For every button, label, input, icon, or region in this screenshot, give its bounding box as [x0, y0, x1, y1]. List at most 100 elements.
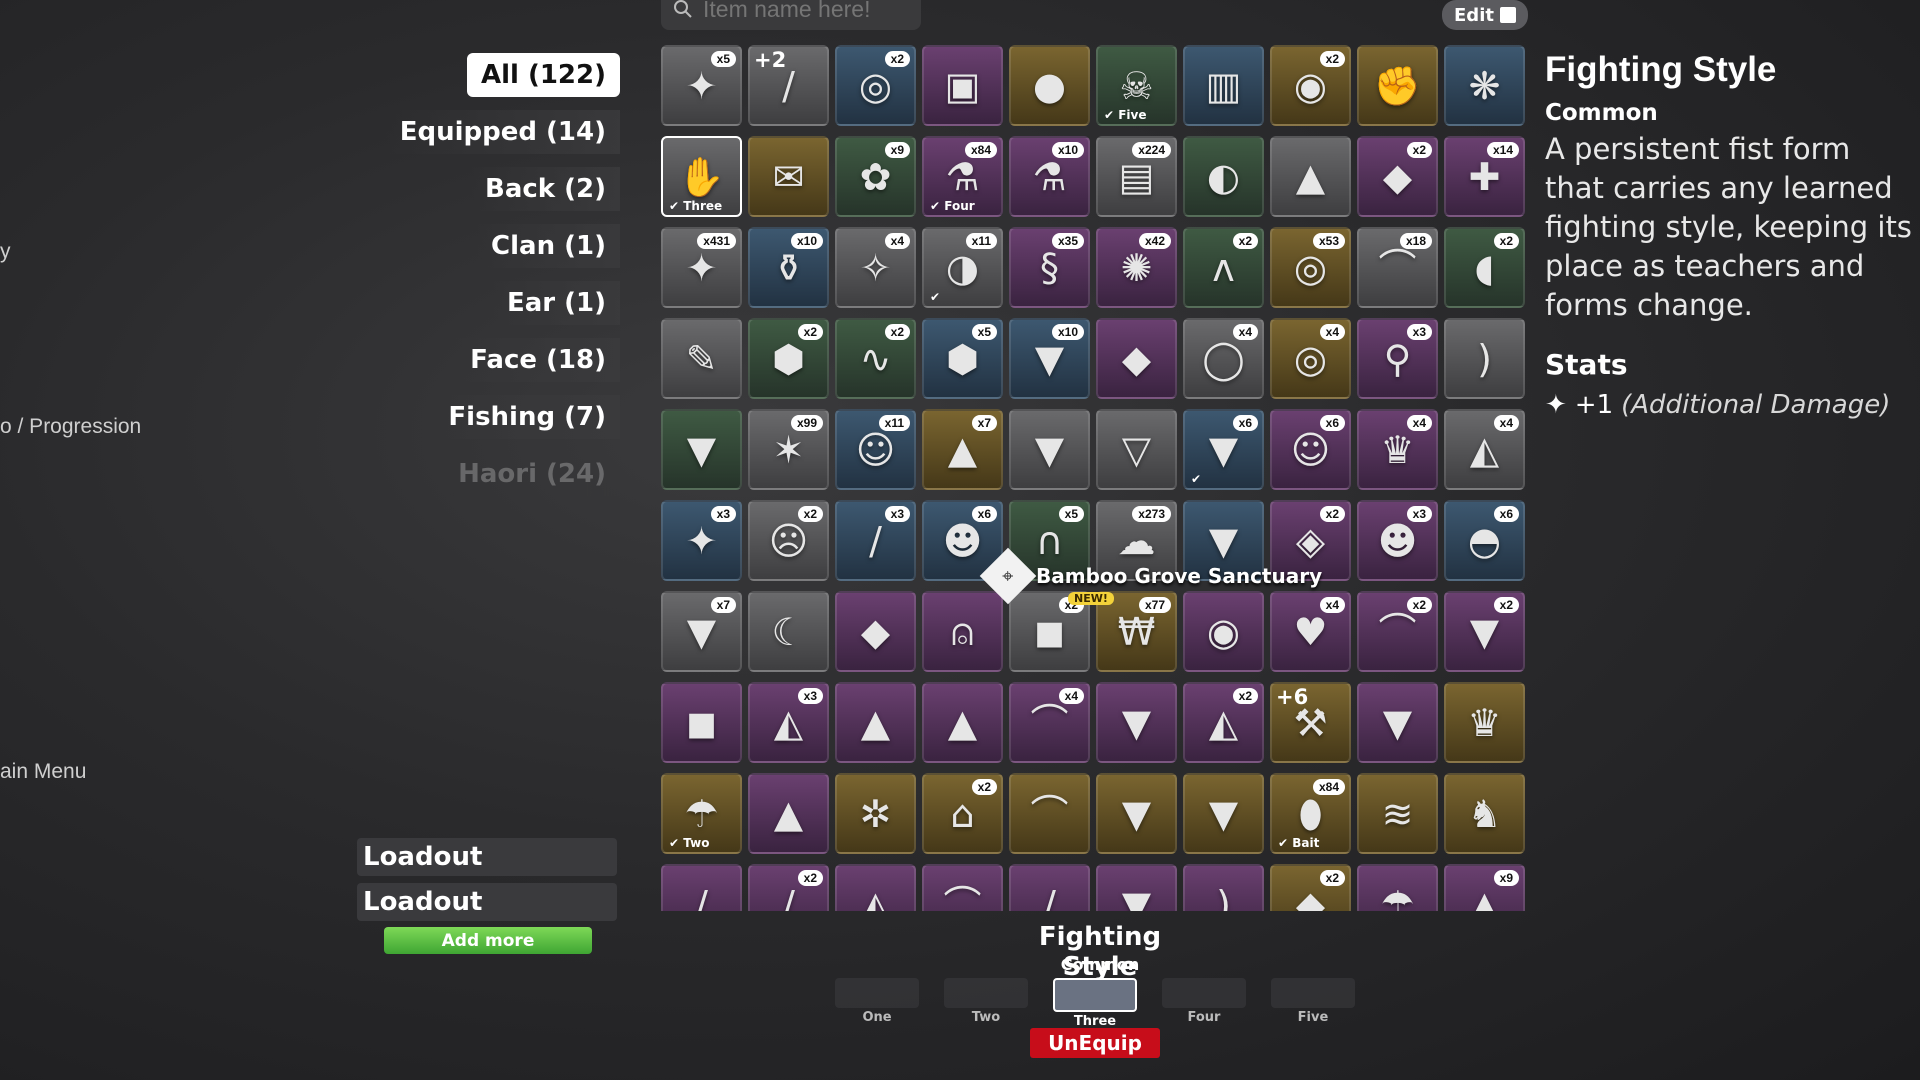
- blindfold-item[interactable]: ◎ x2: [835, 45, 916, 126]
- ruby-item[interactable]: ◆: [1096, 318, 1177, 399]
- hood-item[interactable]: ◭ x4: [1444, 409, 1525, 490]
- lantern-item[interactable]: ●: [1009, 45, 1090, 126]
- coral-item[interactable]: ❋: [1444, 45, 1525, 126]
- category-tab-1[interactable]: Equipped (14): [385, 110, 620, 154]
- bead-necklace-item[interactable]: ∿ x2: [835, 318, 916, 399]
- teal-coat-item[interactable]: ▼ x6 ✔: [1183, 409, 1264, 490]
- crab-item[interactable]: ✲: [835, 773, 916, 854]
- dark-armor-item[interactable]: ▼: [1096, 682, 1177, 763]
- category-tab-0[interactable]: All (122): [466, 53, 620, 97]
- unequip-button[interactable]: UnEquip: [1030, 1028, 1160, 1058]
- mace-item[interactable]: ⚒ +6: [1270, 682, 1351, 763]
- bell-item[interactable]: ⍝: [922, 591, 1003, 672]
- equip-slot-5[interactable]: Five: [1271, 978, 1355, 1025]
- blue-gem-item[interactable]: ⬢ x5: [922, 318, 1003, 399]
- loadout-slot-1[interactable]: Loadout: [357, 838, 617, 876]
- scythe-item[interactable]: ⌒ x4: [1009, 682, 1090, 763]
- white-coat-item[interactable]: ▼ x2: [1444, 591, 1525, 672]
- dark-coat-item[interactable]: ▼: [1009, 409, 1090, 490]
- lilac-cloak-item[interactable]: ▲: [748, 773, 829, 854]
- chair-item[interactable]: ⌂ x2: [922, 773, 1003, 854]
- white-mask-item[interactable]: ☺ x6: [1270, 409, 1351, 490]
- glasses-item[interactable]: ◯ x4: [1183, 318, 1264, 399]
- fist-item[interactable]: ✊: [1357, 45, 1438, 126]
- gold-coat-item[interactable]: ▲ x7: [922, 409, 1003, 490]
- claw-item[interactable]: ⌒: [1009, 773, 1090, 854]
- red-hood-item[interactable]: ◭ x3: [748, 682, 829, 763]
- pink-band-item[interactable]: ⌒ x2: [1357, 591, 1438, 672]
- blue-cloak-item[interactable]: ▲: [835, 682, 916, 763]
- plague-mask-item[interactable]: ◉: [1183, 591, 1264, 672]
- bait-item[interactable]: ⬮ x84 ✔ Bait: [1270, 773, 1351, 854]
- straw-hat-item[interactable]: ☂: [1357, 864, 1438, 911]
- sleep-mask-item[interactable]: ◓ x6: [1444, 500, 1525, 581]
- bow-item[interactable]: ): [1183, 864, 1264, 911]
- antler-item[interactable]: ✶ x99: [748, 409, 829, 490]
- grey-robe-item[interactable]: ▼: [1096, 864, 1177, 911]
- category-tab-7[interactable]: Haori (24): [444, 452, 620, 496]
- orb-item[interactable]: ◑ x11 ✔: [922, 227, 1003, 308]
- kama-item[interactable]: ⌒: [922, 864, 1003, 911]
- violet-robe-item[interactable]: ▼: [1357, 682, 1438, 763]
- category-tab-4[interactable]: Ear (1): [492, 281, 620, 325]
- horse-item[interactable]: ♞: [1444, 773, 1525, 854]
- tusk-item[interactable]: ⌒ x18: [1357, 227, 1438, 308]
- add-more-button[interactable]: Add more: [384, 927, 592, 954]
- red-potion-item[interactable]: ⚗ x10: [1009, 136, 1090, 217]
- green-coat-item[interactable]: ▼: [661, 409, 742, 490]
- blue-potion-item[interactable]: ⚱ x10: [748, 227, 829, 308]
- fox-head-item[interactable]: ☻ x3: [1357, 500, 1438, 581]
- category-tab-6[interactable]: Fishing (7): [434, 395, 620, 439]
- red-patch-item[interactable]: ◖ x2: [1444, 227, 1525, 308]
- robe-item[interactable]: ✚ x14: [1444, 136, 1525, 217]
- blue-jewel-item[interactable]: ◆: [835, 591, 916, 672]
- blue-heart-item[interactable]: ♥ x4: [1270, 591, 1351, 672]
- oni-mask-item[interactable]: ☹ x2: [748, 500, 829, 581]
- cloth-item[interactable]: ✦ x5: [661, 45, 742, 126]
- brush-item[interactable]: ✎: [661, 318, 742, 399]
- bandage-item[interactable]: ✦ x431: [661, 227, 742, 308]
- spear-item[interactable]: /: [661, 864, 742, 911]
- grey-cloak-item[interactable]: ▽: [1096, 409, 1177, 490]
- gold-coins-item[interactable]: ◎ x4: [1270, 318, 1351, 399]
- ore-item[interactable]: ▤ x224: [1096, 136, 1177, 217]
- crimson-coat-item[interactable]: ▼: [1096, 773, 1177, 854]
- red-orb-item[interactable]: ✺ x42: [1096, 227, 1177, 308]
- crown-item[interactable]: ♛: [1444, 682, 1525, 763]
- jacket-item[interactable]: ▼ x10: [1009, 318, 1090, 399]
- horn-item[interactable]: ʌ x2: [1183, 227, 1264, 308]
- side-menu-main-menu[interactable]: ain Menu: [0, 760, 86, 784]
- equip-slot-2[interactable]: Two: [944, 978, 1028, 1025]
- ribbon-item[interactable]: ≋: [1357, 773, 1438, 854]
- rifle-item[interactable]: / +2: [748, 45, 829, 126]
- fur-cape-item[interactable]: ▼: [1183, 773, 1264, 854]
- side-menu-progression[interactable]: o / Progression: [0, 415, 141, 439]
- search-box[interactable]: [661, 0, 921, 30]
- equip-slot-3[interactable]: Three: [1053, 978, 1137, 1029]
- spellbook-item[interactable]: ▣: [922, 45, 1003, 126]
- edit-button[interactable]: Edit: [1442, 0, 1528, 30]
- pink-cloak-item[interactable]: ▲ x9: [1444, 864, 1525, 911]
- creature-item[interactable]: ☠ ✔ Five: [1096, 45, 1177, 126]
- search-input[interactable]: [701, 0, 905, 24]
- coins-item[interactable]: ◎ x53: [1270, 227, 1351, 308]
- equip-slot-1[interactable]: One: [835, 978, 919, 1025]
- green-gem-item[interactable]: ⬢ x2: [748, 318, 829, 399]
- pink-hood-item[interactable]: ◭: [835, 864, 916, 911]
- fighting-style-item[interactable]: ✋ ✔ Three: [661, 136, 742, 217]
- scroll-item[interactable]: ✉: [748, 136, 829, 217]
- sword-item[interactable]: / x3: [835, 500, 916, 581]
- earring-item[interactable]: ◐: [1183, 136, 1264, 217]
- potion-item[interactable]: ⚗ x84 ✔ Four: [922, 136, 1003, 217]
- kimono-item[interactable]: ▼ x7: [661, 591, 742, 672]
- sedge-hat-item[interactable]: ☂ ✔ Two: [661, 773, 742, 854]
- shadow-vest-item[interactable]: ◼: [661, 682, 742, 763]
- scarf-item[interactable]: ▥: [1183, 45, 1264, 126]
- earring-red-item[interactable]: ⚲ x3: [1357, 318, 1438, 399]
- blue-flame-item[interactable]: ✦ x3: [661, 500, 742, 581]
- category-tab-5[interactable]: Face (18): [456, 338, 620, 382]
- blade-item[interactable]: ): [1444, 318, 1525, 399]
- eyepatch-item[interactable]: ✧ x4: [835, 227, 916, 308]
- category-tab-3[interactable]: Clan (1): [477, 224, 620, 268]
- cape-item[interactable]: ◆ x2: [1357, 136, 1438, 217]
